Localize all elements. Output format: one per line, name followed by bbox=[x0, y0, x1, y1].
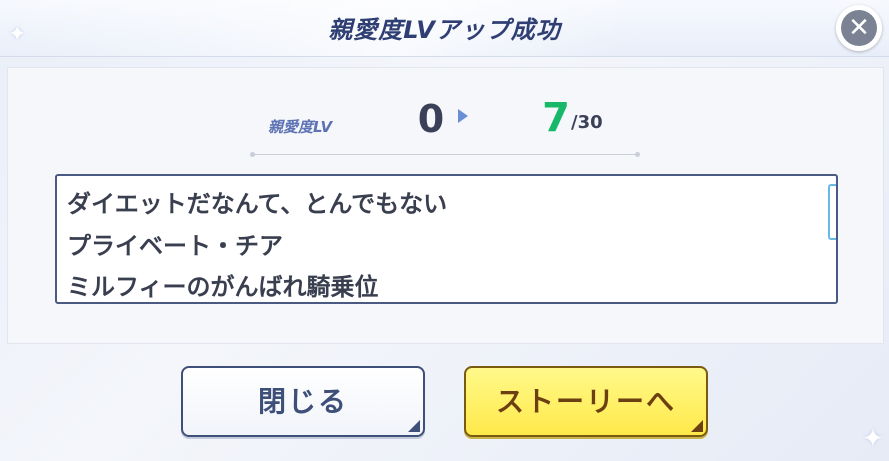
list-item: ダイエットだなんて、とんでもない bbox=[67, 190, 448, 218]
list-item: ミルフィーのがんばれ騎乗位 bbox=[67, 273, 379, 301]
level-label: 親愛度LV bbox=[268, 118, 333, 136]
close-button[interactable]: ✕ bbox=[836, 5, 882, 51]
level-from: 0 bbox=[417, 97, 445, 141]
corner-mark bbox=[408, 420, 420, 432]
dialog-header: 親愛度LVアップ成功 bbox=[0, 0, 889, 57]
dialog-title: 親愛度LVアップ成功 bbox=[328, 16, 561, 44]
unlocked-story-list[interactable]: ダイエットだなんて、とんでもない プライベート・チア ミルフィーのがんばれ騎乗位 bbox=[55, 174, 838, 304]
divider-dot bbox=[250, 152, 255, 157]
sparkle-icon: ✦ bbox=[862, 424, 884, 454]
close-icon[interactable]: ✕ bbox=[841, 10, 877, 46]
level-to: 7 bbox=[542, 95, 570, 141]
arrow-right-icon bbox=[458, 109, 468, 123]
close-dialog-button[interactable]: 閉じる bbox=[181, 366, 425, 437]
level-max: /30 bbox=[571, 112, 603, 133]
go-to-story-button[interactable]: ストーリーへ bbox=[464, 366, 708, 437]
sparkle-icon: ✦ bbox=[8, 22, 27, 47]
corner-mark bbox=[691, 420, 703, 432]
list-item: プライベート・チア bbox=[67, 232, 283, 260]
story-button-label: ストーリーへ bbox=[495, 385, 676, 418]
divider-dot bbox=[635, 152, 640, 157]
scrollbar[interactable] bbox=[828, 184, 836, 240]
close-button-label: 閉じる bbox=[257, 385, 348, 418]
divider bbox=[250, 152, 640, 157]
